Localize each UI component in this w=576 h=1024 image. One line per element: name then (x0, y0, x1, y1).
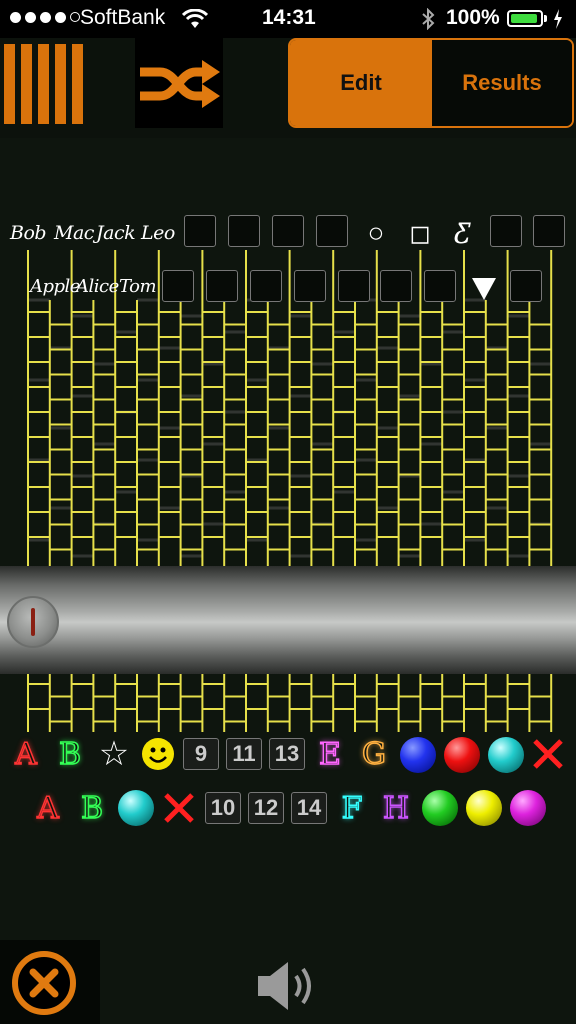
reveal-slider-track[interactable] (0, 566, 576, 674)
top-slot-7[interactable] (272, 215, 304, 247)
second-slot-4[interactable] (162, 270, 194, 302)
ladder-board[interactable]: Bob Mac Jack Leo ○ ◻ Ƹ Apple Alice Tom (0, 0, 576, 1024)
result-1-red-ball[interactable] (444, 737, 480, 773)
result-2-8[interactable]: F (334, 788, 370, 828)
result-2-7[interactable]: 14 (291, 792, 327, 824)
second-slot-6[interactable] (250, 270, 282, 302)
result-1-4[interactable] (140, 736, 176, 772)
second-name-1[interactable]: Apple (30, 276, 80, 297)
result-2-cross-icon[interactable] (161, 790, 197, 826)
second-slot-9[interactable] (380, 270, 412, 302)
result-2-yellow-ball[interactable] (466, 790, 502, 826)
top-mark-circle[interactable]: ○ (360, 215, 392, 251)
top-slot-5[interactable] (184, 215, 216, 247)
top-name-4[interactable]: Leo (141, 222, 175, 244)
close-button[interactable] (0, 940, 100, 1024)
second-name-3[interactable]: Tom (119, 276, 157, 297)
result-2-5[interactable]: 10 (205, 792, 241, 824)
top-name-3[interactable]: Jack (96, 222, 136, 244)
top-slot-13[interactable] (533, 215, 565, 247)
second-slot-5[interactable] (206, 270, 238, 302)
result-1-cyan-ball[interactable] (488, 737, 524, 773)
reveal-slider-knob[interactable] (7, 596, 59, 648)
result-2-2[interactable]: B (74, 788, 110, 828)
top-slot-12[interactable] (490, 215, 522, 247)
top-name-2[interactable]: Mac (54, 222, 94, 244)
result-2-green-ball[interactable] (422, 790, 458, 826)
result-1-1[interactable]: A (8, 734, 44, 774)
speaker-icon[interactable] (256, 958, 322, 1014)
top-slot-6[interactable] (228, 215, 260, 247)
result-2-cyan-ball[interactable] (118, 790, 154, 826)
second-slot-8[interactable] (338, 270, 370, 302)
second-slot-7[interactable] (294, 270, 326, 302)
result-1-3[interactable]: ☆ (96, 734, 132, 774)
result-1-blue-ball[interactable] (400, 737, 436, 773)
second-name-2[interactable]: Alice (76, 276, 119, 297)
triangle-marker-icon[interactable] (470, 274, 498, 302)
result-1-2[interactable]: B (52, 734, 88, 774)
smiley-icon (142, 738, 174, 770)
ladder-lines (27, 250, 553, 732)
result-1-8[interactable]: E (312, 734, 348, 774)
top-mark-square[interactable]: ◻ (404, 215, 436, 251)
second-slot-10[interactable] (424, 270, 456, 302)
top-mark-scribble[interactable]: Ƹ (446, 215, 478, 251)
second-slot-12[interactable] (510, 270, 542, 302)
close-icon (12, 951, 76, 1015)
result-2-1[interactable]: A (30, 788, 66, 828)
result-2-9[interactable]: H (378, 788, 414, 828)
top-name-1[interactable]: Bob (10, 222, 47, 244)
result-1-7[interactable]: 13 (269, 738, 305, 770)
result-1-6[interactable]: 11 (226, 738, 262, 770)
top-slot-8[interactable] (316, 215, 348, 247)
result-1-9[interactable]: G (356, 734, 392, 774)
result-2-magenta-ball[interactable] (510, 790, 546, 826)
result-1-5[interactable]: 9 (183, 738, 219, 770)
result-1-cross-icon[interactable] (530, 736, 566, 772)
result-2-6[interactable]: 12 (248, 792, 284, 824)
